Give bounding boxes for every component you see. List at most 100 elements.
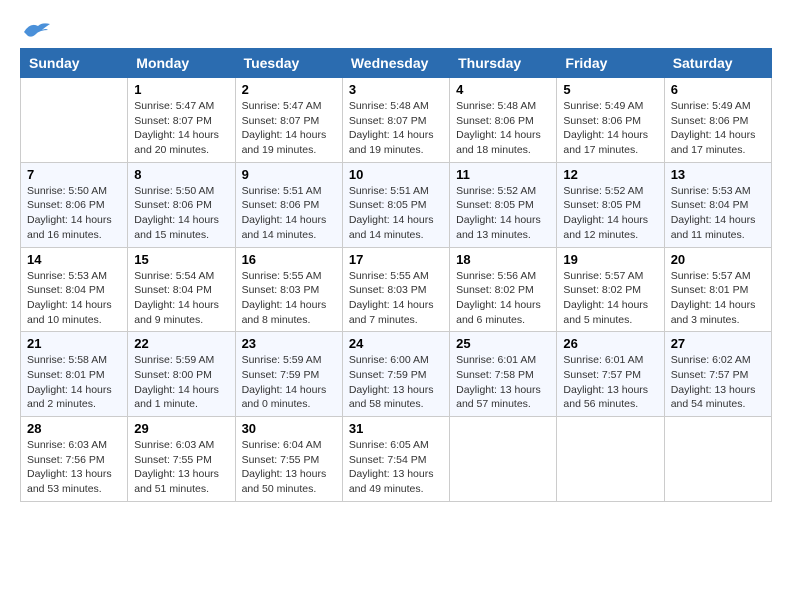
day-info: Sunrise: 5:47 AM Sunset: 8:07 PM Dayligh… <box>242 99 336 158</box>
calendar-cell: 24 Sunrise: 6:00 AM Sunset: 7:59 PM Dayli… <box>342 332 449 417</box>
day-number: 2 <box>242 82 336 97</box>
calendar-cell: 14 Sunrise: 5:53 AM Sunset: 8:04 PM Dayli… <box>21 247 128 332</box>
calendar-table: SundayMondayTuesdayWednesdayThursdayFrid… <box>20 48 772 502</box>
day-info: Sunrise: 5:57 AM Sunset: 8:02 PM Dayligh… <box>563 269 657 328</box>
day-info: Sunrise: 6:00 AM Sunset: 7:59 PM Dayligh… <box>349 353 443 412</box>
day-info: Sunrise: 6:04 AM Sunset: 7:55 PM Dayligh… <box>242 438 336 497</box>
page-container: SundayMondayTuesdayWednesdayThursdayFrid… <box>20 20 772 502</box>
day-number: 9 <box>242 167 336 182</box>
day-info: Sunrise: 6:03 AM Sunset: 7:55 PM Dayligh… <box>134 438 228 497</box>
day-number: 24 <box>349 336 443 351</box>
calendar-cell: 20 Sunrise: 5:57 AM Sunset: 8:01 PM Dayli… <box>664 247 771 332</box>
calendar-cell <box>557 417 664 502</box>
calendar-cell: 18 Sunrise: 5:56 AM Sunset: 8:02 PM Dayli… <box>450 247 557 332</box>
calendar-cell: 27 Sunrise: 6:02 AM Sunset: 7:57 PM Dayli… <box>664 332 771 417</box>
logo-text <box>20 20 52 42</box>
day-number: 15 <box>134 252 228 267</box>
day-info: Sunrise: 6:02 AM Sunset: 7:57 PM Dayligh… <box>671 353 765 412</box>
calendar-header-row: SundayMondayTuesdayWednesdayThursdayFrid… <box>21 49 772 78</box>
day-number: 11 <box>456 167 550 182</box>
calendar-week-row: 1 Sunrise: 5:47 AM Sunset: 8:07 PM Daylig… <box>21 78 772 163</box>
day-info: Sunrise: 5:47 AM Sunset: 8:07 PM Dayligh… <box>134 99 228 158</box>
day-number: 14 <box>27 252 121 267</box>
calendar-header-thursday: Thursday <box>450 49 557 78</box>
day-number: 27 <box>671 336 765 351</box>
day-number: 3 <box>349 82 443 97</box>
calendar-cell: 19 Sunrise: 5:57 AM Sunset: 8:02 PM Dayli… <box>557 247 664 332</box>
calendar-cell: 25 Sunrise: 6:01 AM Sunset: 7:58 PM Dayli… <box>450 332 557 417</box>
day-info: Sunrise: 5:51 AM Sunset: 8:05 PM Dayligh… <box>349 184 443 243</box>
calendar-cell: 31Sunrise: 6:05 AM Sunset: 7:54 PM Dayli… <box>342 417 449 502</box>
day-info: Sunrise: 6:01 AM Sunset: 7:57 PM Dayligh… <box>563 353 657 412</box>
day-info: Sunrise: 6:01 AM Sunset: 7:58 PM Dayligh… <box>456 353 550 412</box>
calendar-header-friday: Friday <box>557 49 664 78</box>
day-info: Sunrise: 5:50 AM Sunset: 8:06 PM Dayligh… <box>134 184 228 243</box>
day-number: 20 <box>671 252 765 267</box>
day-number: 28 <box>27 421 121 436</box>
calendar-cell: 10 Sunrise: 5:51 AM Sunset: 8:05 PM Dayli… <box>342 162 449 247</box>
calendar-cell: 16 Sunrise: 5:55 AM Sunset: 8:03 PM Dayli… <box>235 247 342 332</box>
day-number: 7 <box>27 167 121 182</box>
day-number: 17 <box>349 252 443 267</box>
day-number: 6 <box>671 82 765 97</box>
day-number: 31 <box>349 421 443 436</box>
day-info: Sunrise: 5:57 AM Sunset: 8:01 PM Dayligh… <box>671 269 765 328</box>
logo-bird-icon <box>22 20 52 42</box>
day-number: 18 <box>456 252 550 267</box>
calendar-cell <box>21 78 128 163</box>
calendar-cell: 2 Sunrise: 5:47 AM Sunset: 8:07 PM Daylig… <box>235 78 342 163</box>
day-info: Sunrise: 6:03 AM Sunset: 7:56 PM Dayligh… <box>27 438 121 497</box>
calendar-cell: 29 Sunrise: 6:03 AM Sunset: 7:55 PM Dayli… <box>128 417 235 502</box>
day-number: 5 <box>563 82 657 97</box>
day-info: Sunrise: 5:59 AM Sunset: 7:59 PM Dayligh… <box>242 353 336 412</box>
day-number: 29 <box>134 421 228 436</box>
day-number: 25 <box>456 336 550 351</box>
calendar-cell: 6 Sunrise: 5:49 AM Sunset: 8:06 PM Daylig… <box>664 78 771 163</box>
day-number: 21 <box>27 336 121 351</box>
day-number: 13 <box>671 167 765 182</box>
calendar-cell: 3Sunrise: 5:48 AM Sunset: 8:07 PM Daylig… <box>342 78 449 163</box>
calendar-cell <box>450 417 557 502</box>
day-info: Sunrise: 5:50 AM Sunset: 8:06 PM Dayligh… <box>27 184 121 243</box>
day-number: 8 <box>134 167 228 182</box>
calendar-cell: 5 Sunrise: 5:49 AM Sunset: 8:06 PM Daylig… <box>557 78 664 163</box>
day-info: Sunrise: 5:49 AM Sunset: 8:06 PM Dayligh… <box>563 99 657 158</box>
calendar-cell: 12Sunrise: 5:52 AM Sunset: 8:05 PM Dayli… <box>557 162 664 247</box>
calendar-cell: 23 Sunrise: 5:59 AM Sunset: 7:59 PM Dayli… <box>235 332 342 417</box>
day-info: Sunrise: 5:59 AM Sunset: 8:00 PM Dayligh… <box>134 353 228 412</box>
day-number: 19 <box>563 252 657 267</box>
calendar-cell: 28 Sunrise: 6:03 AM Sunset: 7:56 PM Dayli… <box>21 417 128 502</box>
day-info: Sunrise: 5:56 AM Sunset: 8:02 PM Dayligh… <box>456 269 550 328</box>
day-info: Sunrise: 5:53 AM Sunset: 8:04 PM Dayligh… <box>671 184 765 243</box>
calendar-cell: 21 Sunrise: 5:58 AM Sunset: 8:01 PM Dayli… <box>21 332 128 417</box>
calendar-header-saturday: Saturday <box>664 49 771 78</box>
day-info: Sunrise: 5:54 AM Sunset: 8:04 PM Dayligh… <box>134 269 228 328</box>
calendar-header-tuesday: Tuesday <box>235 49 342 78</box>
calendar-week-row: 7 Sunrise: 5:50 AM Sunset: 8:06 PM Daylig… <box>21 162 772 247</box>
day-number: 30 <box>242 421 336 436</box>
day-info: Sunrise: 5:53 AM Sunset: 8:04 PM Dayligh… <box>27 269 121 328</box>
day-info: Sunrise: 5:52 AM Sunset: 8:05 PM Dayligh… <box>456 184 550 243</box>
calendar-week-row: 14 Sunrise: 5:53 AM Sunset: 8:04 PM Dayli… <box>21 247 772 332</box>
calendar-cell: 17Sunrise: 5:55 AM Sunset: 8:03 PM Dayli… <box>342 247 449 332</box>
calendar-header-wednesday: Wednesday <box>342 49 449 78</box>
day-info: Sunrise: 5:58 AM Sunset: 8:01 PM Dayligh… <box>27 353 121 412</box>
day-info: Sunrise: 5:55 AM Sunset: 8:03 PM Dayligh… <box>242 269 336 328</box>
calendar-cell: 9 Sunrise: 5:51 AM Sunset: 8:06 PM Daylig… <box>235 162 342 247</box>
calendar-cell <box>664 417 771 502</box>
day-info: Sunrise: 5:49 AM Sunset: 8:06 PM Dayligh… <box>671 99 765 158</box>
day-info: Sunrise: 5:51 AM Sunset: 8:06 PM Dayligh… <box>242 184 336 243</box>
calendar-cell: 8 Sunrise: 5:50 AM Sunset: 8:06 PM Daylig… <box>128 162 235 247</box>
calendar-cell: 15 Sunrise: 5:54 AM Sunset: 8:04 PM Dayli… <box>128 247 235 332</box>
day-number: 10 <box>349 167 443 182</box>
day-info: Sunrise: 5:48 AM Sunset: 8:06 PM Dayligh… <box>456 99 550 158</box>
calendar-cell: 30 Sunrise: 6:04 AM Sunset: 7:55 PM Dayli… <box>235 417 342 502</box>
day-number: 22 <box>134 336 228 351</box>
calendar-cell: 11 Sunrise: 5:52 AM Sunset: 8:05 PM Dayli… <box>450 162 557 247</box>
calendar-cell: 13 Sunrise: 5:53 AM Sunset: 8:04 PM Dayli… <box>664 162 771 247</box>
calendar-cell: 26Sunrise: 6:01 AM Sunset: 7:57 PM Dayli… <box>557 332 664 417</box>
day-info: Sunrise: 5:52 AM Sunset: 8:05 PM Dayligh… <box>563 184 657 243</box>
day-number: 23 <box>242 336 336 351</box>
day-number: 16 <box>242 252 336 267</box>
day-number: 1 <box>134 82 228 97</box>
